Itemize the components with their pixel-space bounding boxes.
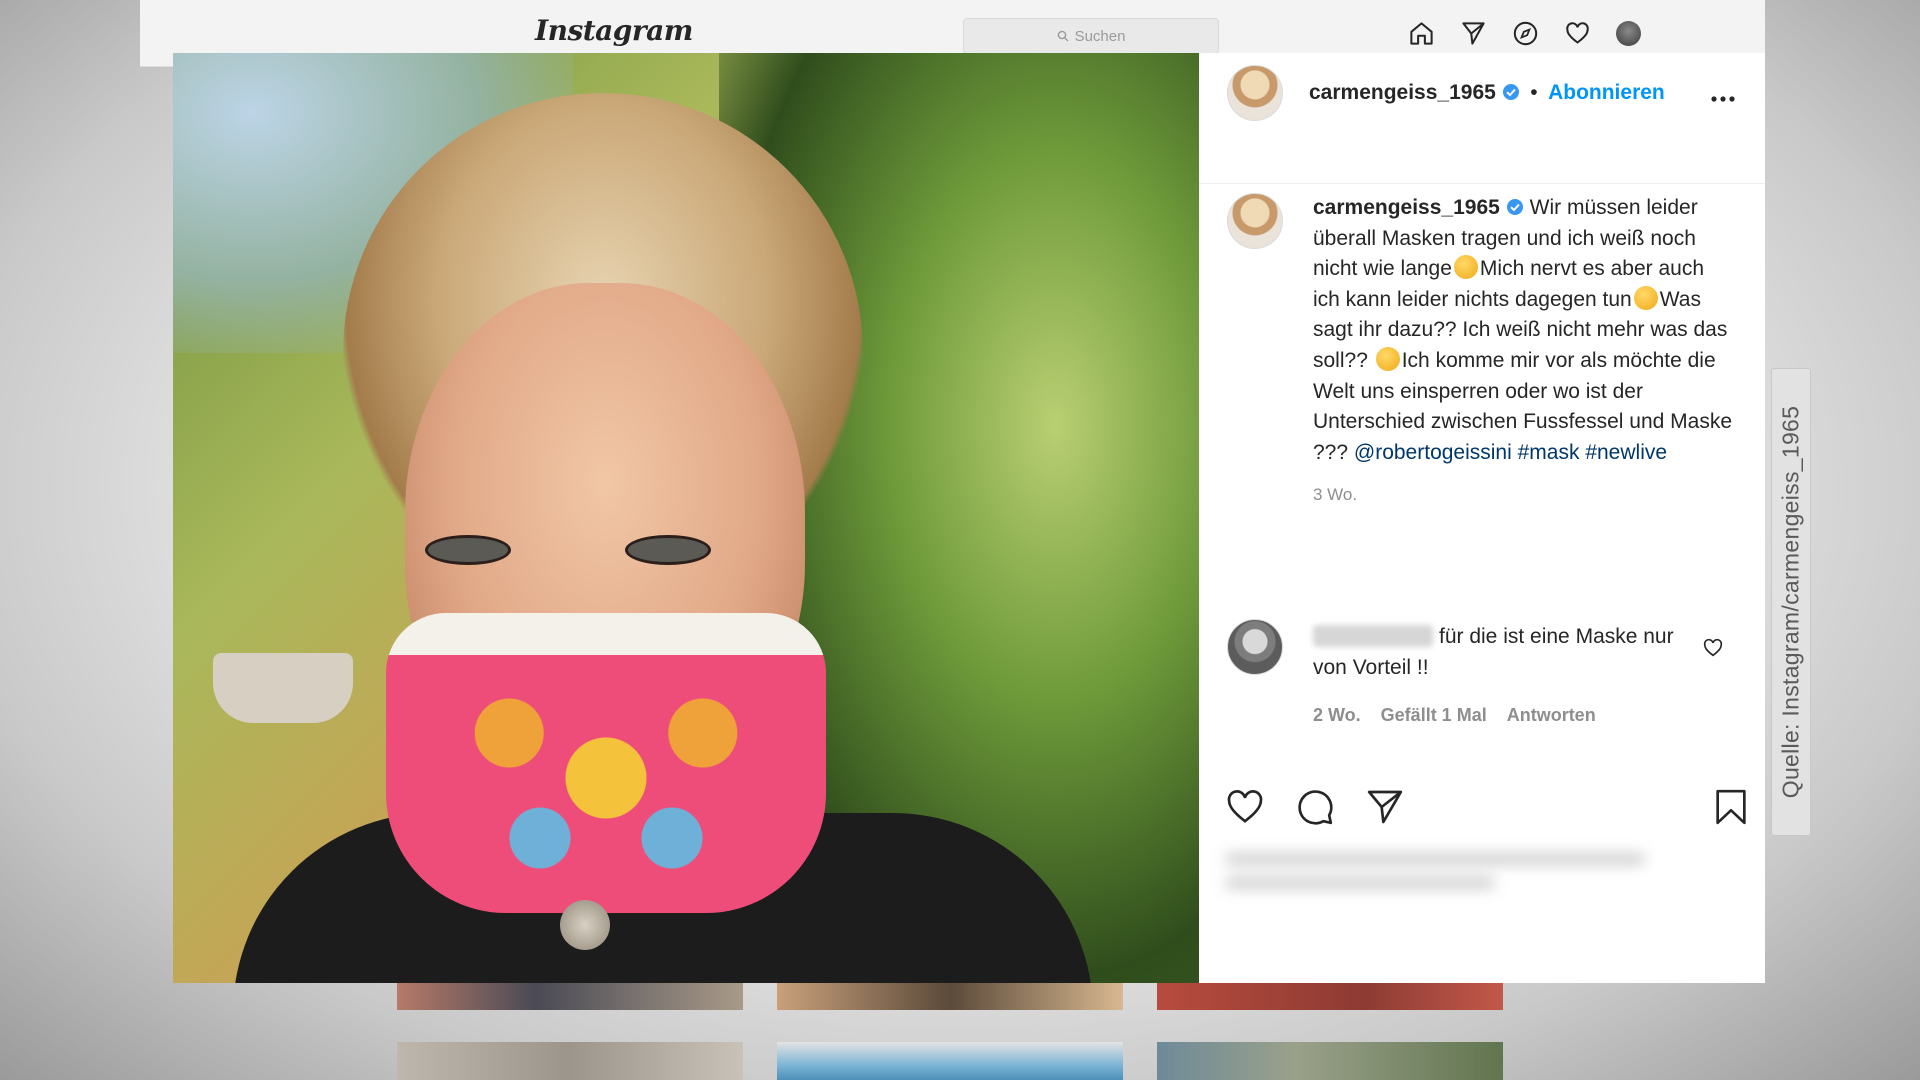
grid-thumbnail[interactable] — [397, 1042, 743, 1080]
author-username[interactable]: carmengeiss_1965 — [1309, 81, 1496, 104]
comment: für die ist eine Maske nur von Vorteil !… — [1313, 622, 1693, 683]
grid-thumbnail[interactable] — [1157, 982, 1503, 1010]
mention-link[interactable]: @robertogeissini — [1354, 441, 1512, 464]
photo-eye — [425, 535, 511, 565]
separator-dot: • — [1530, 81, 1538, 104]
crying-face-emoji-icon — [1633, 285, 1658, 310]
more-options-icon[interactable] — [1709, 89, 1737, 109]
source-credit-text: Quelle: Instagram/carmengeiss_1965 — [1777, 405, 1804, 799]
search-icon — [1057, 30, 1069, 42]
hashtag-link[interactable]: #newlive — [1585, 441, 1667, 464]
activity-heart-icon[interactable] — [1564, 20, 1591, 47]
caption-author-avatar[interactable] — [1227, 193, 1283, 249]
search-placeholder: Suchen — [1074, 27, 1126, 45]
blurred-line — [1225, 877, 1495, 889]
nav-icons — [1408, 20, 1641, 47]
bookmark-icon[interactable] — [1711, 787, 1751, 827]
comment-like-heart-icon[interactable] — [1702, 637, 1724, 659]
share-paper-plane-icon[interactable] — [1365, 787, 1405, 827]
post-header: carmengeiss_1965 • Abonnieren — [1199, 53, 1765, 184]
verified-badge-icon — [1502, 84, 1519, 100]
photo-eye — [625, 535, 711, 565]
profile-grid-row — [397, 1042, 1503, 1080]
verified-badge-icon — [1506, 199, 1523, 215]
follow-button[interactable]: Abonnieren — [1548, 81, 1665, 104]
photo-plant-pot — [213, 653, 353, 723]
caption-timestamp[interactable]: 3 Wo. — [1313, 480, 1733, 511]
instagram-logo[interactable]: Instagram — [535, 14, 693, 47]
caption-username[interactable]: carmengeiss_1965 — [1313, 196, 1500, 219]
post-header-line: carmengeiss_1965 • Abonnieren — [1309, 81, 1665, 105]
explore-icon[interactable] — [1512, 20, 1539, 47]
blurred-line — [1225, 853, 1645, 865]
home-icon[interactable] — [1408, 20, 1435, 47]
comment-meta: 2 Wo. Gefällt 1 Mal Antworten — [1313, 705, 1596, 726]
photo-face-mask — [386, 613, 826, 913]
comment-bubble-icon[interactable] — [1295, 787, 1335, 827]
sad-face-emoji-icon — [1453, 255, 1478, 280]
hashtag-link[interactable]: #mask — [1518, 441, 1580, 464]
blurred-likes-area — [1225, 853, 1745, 913]
search-input[interactable]: Suchen — [963, 18, 1219, 54]
photo-sweater-button — [560, 900, 610, 950]
post-photo[interactable] — [173, 53, 1199, 983]
reply-button[interactable]: Antworten — [1507, 705, 1596, 726]
confused-face-emoji-icon — [1375, 346, 1400, 371]
source-credit: Quelle: Instagram/carmengeiss_1965 — [1771, 368, 1811, 836]
post-actions — [1225, 787, 1405, 827]
grid-thumbnail[interactable] — [1157, 1042, 1503, 1080]
post-caption: carmengeiss_1965 Wir müssen leider übera… — [1313, 193, 1733, 511]
blurred-commenter-name — [1313, 625, 1433, 647]
grid-thumbnail[interactable] — [397, 982, 743, 1010]
profile-avatar[interactable] — [1616, 21, 1641, 46]
direct-icon[interactable] — [1460, 20, 1487, 47]
like-heart-icon[interactable] — [1225, 787, 1265, 827]
grid-thumbnail[interactable] — [777, 1042, 1123, 1080]
commenter-avatar[interactable] — [1227, 619, 1283, 675]
grid-thumbnail[interactable] — [777, 982, 1123, 1010]
comment-likes-count[interactable]: Gefällt 1 Mal — [1381, 705, 1487, 726]
profile-grid-row — [397, 982, 1503, 1010]
comment-timestamp[interactable]: 2 Wo. — [1313, 705, 1361, 726]
post-sidebar: carmengeiss_1965 • Abonnieren carmengeis… — [1199, 53, 1765, 983]
author-avatar[interactable] — [1227, 65, 1283, 121]
